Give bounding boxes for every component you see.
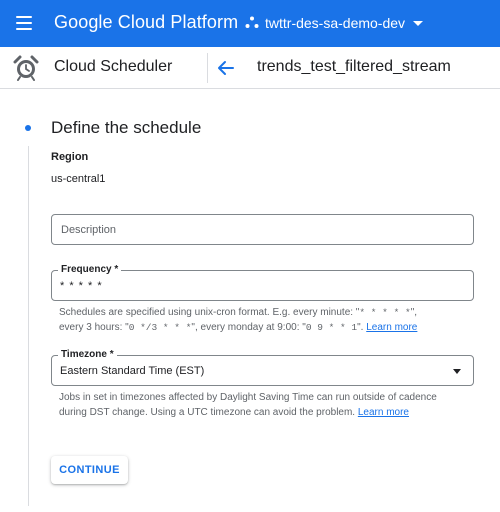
frequency-label: Frequency * xyxy=(58,264,122,276)
hint-text: Schedules are specified using unix-cron … xyxy=(59,307,360,318)
product-title: Cloud Scheduler xyxy=(54,58,173,75)
timezone-select[interactable]: Timezone * Eastern Standard Time (EST) xyxy=(51,349,474,386)
region-label: Region xyxy=(51,151,89,163)
project-dots-icon xyxy=(245,16,259,28)
top-bar: Google Cloud Platform twttr-des-sa-demo-… xyxy=(0,0,500,47)
cron-example-monday: 0 9 * * 1 xyxy=(305,322,358,333)
step-indicator xyxy=(25,125,31,131)
hint-text: every 3 hours: " xyxy=(59,322,129,333)
job-title: trends_test_filtered_stream xyxy=(257,58,451,75)
description-placeholder: Description xyxy=(61,224,117,236)
alarm-clock-icon xyxy=(13,55,39,81)
region-value: us-central1 xyxy=(51,173,106,185)
divider xyxy=(207,53,208,83)
hint-text: ", xyxy=(410,307,418,318)
frequency-value: * * * * * xyxy=(60,280,103,292)
frequency-hint: Schedules are specified using unix-cron … xyxy=(59,305,459,335)
timezone-hint: Jobs in set in timezones affected by Day… xyxy=(59,390,459,420)
sub-header: Cloud Scheduler trends_test_filtered_str… xyxy=(0,47,500,89)
step-connector xyxy=(28,146,29,506)
dropdown-caret-icon xyxy=(453,369,461,374)
project-picker[interactable]: twttr-des-sa-demo-dev xyxy=(245,11,424,35)
description-input[interactable]: Description xyxy=(51,214,474,245)
step-title: Define the schedule xyxy=(51,118,202,137)
hint-text: ". xyxy=(357,322,367,333)
back-button[interactable] xyxy=(215,57,237,79)
timezone-learn-more-link[interactable]: Learn more xyxy=(358,407,409,418)
app-title[interactable]: Google Cloud Platform xyxy=(54,12,238,33)
hint-text: ", every monday at 9:00: " xyxy=(191,322,306,333)
cron-example-minute: * * * * * xyxy=(359,307,411,318)
hamburger-menu-icon[interactable] xyxy=(14,14,36,32)
project-name: twttr-des-sa-demo-dev xyxy=(265,15,406,31)
chevron-down-icon xyxy=(413,20,424,26)
timezone-label: Timezone * xyxy=(58,349,117,361)
cron-example-3h: 0 */3 * * * xyxy=(128,322,192,333)
arrow-back-icon xyxy=(218,61,234,75)
timezone-value: Eastern Standard Time (EST) xyxy=(60,365,205,377)
continue-button[interactable]: CONTINUE xyxy=(51,456,128,484)
frequency-input[interactable]: Frequency * * * * * * xyxy=(51,264,474,301)
cron-learn-more-link[interactable]: Learn more xyxy=(366,322,417,333)
